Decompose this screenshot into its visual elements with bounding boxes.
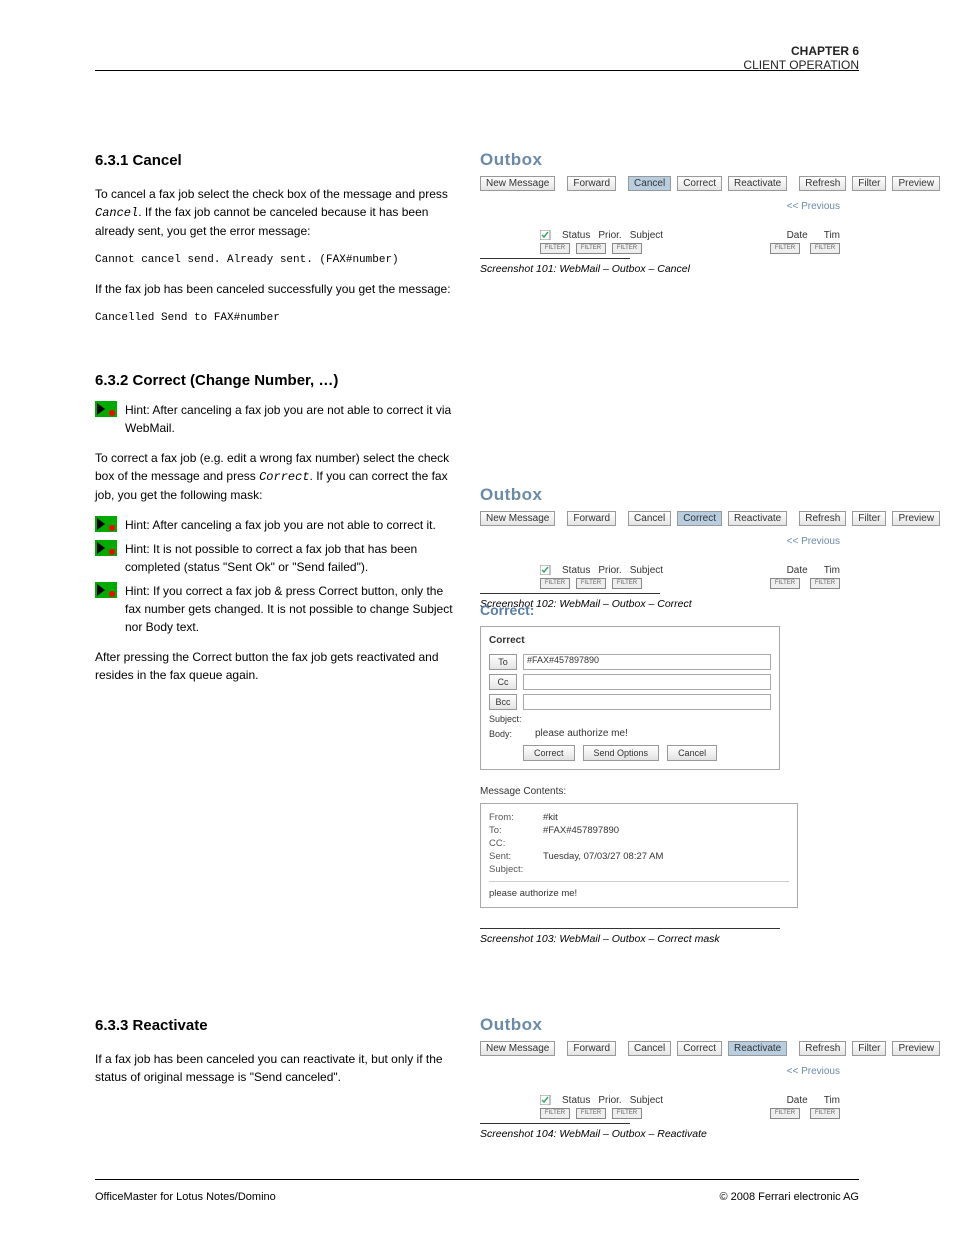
to-field[interactable]: #FAX#457897890 bbox=[523, 654, 771, 670]
cancel-form-button[interactable]: Cancel bbox=[667, 745, 717, 761]
bcc-field[interactable] bbox=[523, 694, 771, 710]
filter-button[interactable]: Filter bbox=[852, 176, 886, 191]
refresh-button[interactable]: Refresh bbox=[799, 511, 846, 526]
outbox-toolbar: New Message Forward Cancel Correct React… bbox=[480, 176, 840, 191]
send-options-button[interactable]: Send Options bbox=[583, 745, 660, 761]
filter-button[interactable]: Filter bbox=[852, 1041, 886, 1056]
section-reactivate: 6.3.3 Reactivate If a fax job has been c… bbox=[95, 1015, 455, 1098]
checkbox-icon bbox=[540, 565, 554, 575]
reactivate-button[interactable]: Reactivate bbox=[728, 511, 787, 526]
preview-button[interactable]: Preview bbox=[892, 1041, 940, 1056]
screenshot-101: Outbox New Message Forward Cancel Correc… bbox=[480, 150, 855, 275]
message-contents: From:#kit To:#FAX#457897890 CC: Sent:Tue… bbox=[480, 803, 798, 908]
cancel-button[interactable]: Cancel bbox=[628, 1041, 671, 1056]
footer-rule bbox=[95, 1179, 859, 1180]
cancel-p2: If the fax job has been canceled success… bbox=[95, 280, 455, 298]
section-cancel: 6.3.1 Cancel To cancel a fax job select … bbox=[95, 150, 455, 327]
correct-button[interactable]: Correct bbox=[677, 176, 722, 191]
hint-3: Hint: It is not possible to correct a fa… bbox=[95, 540, 455, 576]
hint-icon bbox=[95, 401, 117, 417]
footer-right: © 2008 Ferrari electronic AG bbox=[719, 1191, 859, 1203]
reactivate-button[interactable]: Reactivate bbox=[728, 1041, 787, 1056]
hint-icon bbox=[95, 582, 117, 598]
hint-icon bbox=[95, 540, 117, 556]
refresh-button[interactable]: Refresh bbox=[799, 176, 846, 191]
new-message-button[interactable]: New Message bbox=[480, 511, 555, 526]
table-header: StatusPrior.Subject DateTim bbox=[480, 230, 840, 241]
message-contents-title: Message Contents: bbox=[480, 786, 780, 797]
reactivate-button[interactable]: Reactivate bbox=[728, 176, 787, 191]
outbox-title: Outbox bbox=[480, 150, 840, 170]
section-correct: 6.3.2 Correct (Change Number, …) Hint: A… bbox=[95, 370, 455, 696]
correct-submit-button[interactable]: Correct bbox=[523, 745, 575, 761]
correct-p1: To correct a fax job (e.g. edit a wrong … bbox=[95, 449, 455, 504]
footer-left: OfficeMaster for Lotus Notes/Domino bbox=[95, 1191, 276, 1203]
caption-104: Screenshot 104: WebMail – Outbox – React… bbox=[480, 1128, 855, 1140]
cancel-button-ref: Cancel bbox=[95, 206, 138, 220]
cancel-button[interactable]: Cancel bbox=[628, 511, 671, 526]
hint-4: Hint: If you correct a fax job & press C… bbox=[95, 582, 455, 636]
preview-button[interactable]: Preview bbox=[892, 176, 940, 191]
correct-button-ref: Correct bbox=[259, 470, 309, 484]
bcc-button[interactable]: Bcc bbox=[489, 694, 517, 710]
reactivate-p1: If a fax job has been canceled you can r… bbox=[95, 1050, 455, 1086]
screenshot-104: Outbox New Message Forward Cancel Correc… bbox=[480, 1015, 855, 1140]
correct-button[interactable]: Correct bbox=[677, 1041, 722, 1056]
hint-icon bbox=[95, 516, 117, 532]
forward-button[interactable]: Forward bbox=[567, 1041, 616, 1056]
hint-1: Hint: After canceling a fax job you are … bbox=[95, 401, 455, 437]
cancel-ok-msg: Cancelled Send to FAX#number bbox=[95, 310, 455, 327]
new-message-button[interactable]: New Message bbox=[480, 176, 555, 191]
previous-link[interactable]: << Previous bbox=[480, 201, 840, 212]
heading-reactivate: 6.3.3 Reactivate bbox=[95, 1015, 455, 1038]
filter-box[interactable]: FILTER bbox=[540, 243, 570, 254]
cancel-error-msg: Cannot cancel send. Already sent. (FAX#n… bbox=[95, 252, 455, 269]
correct-form: Correct To #FAX#457897890 Cc Bcc Subject… bbox=[480, 626, 780, 770]
cc-button[interactable]: Cc bbox=[489, 674, 517, 690]
filter-button[interactable]: Filter bbox=[852, 511, 886, 526]
refresh-button[interactable]: Refresh bbox=[799, 1041, 846, 1056]
correct-form-title: Correct: bbox=[480, 602, 780, 618]
heading-cancel: 6.3.1 Cancel bbox=[95, 150, 455, 173]
heading-correct: 6.3.2 Correct (Change Number, …) bbox=[95, 370, 455, 393]
new-message-button[interactable]: New Message bbox=[480, 1041, 555, 1056]
forward-button[interactable]: Forward bbox=[567, 176, 616, 191]
checkbox-icon bbox=[540, 1095, 554, 1105]
to-button[interactable]: To bbox=[489, 654, 517, 670]
forward-button[interactable]: Forward bbox=[567, 511, 616, 526]
checkbox-icon bbox=[540, 230, 554, 240]
screenshot-103: Correct: Correct To #FAX#457897890 Cc Bc… bbox=[480, 602, 855, 945]
caption-103: Screenshot 103: WebMail – Outbox – Corre… bbox=[480, 933, 855, 945]
correct-button[interactable]: Correct bbox=[677, 511, 722, 526]
cancel-button[interactable]: Cancel bbox=[628, 176, 671, 191]
cc-field[interactable] bbox=[523, 674, 771, 690]
page-header: CHAPTER 6 CLIENT OPERATION bbox=[743, 44, 859, 72]
hint-2: Hint: After canceling a fax job you are … bbox=[95, 516, 455, 534]
preview-button[interactable]: Preview bbox=[892, 511, 940, 526]
cancel-p1: To cancel a fax job select the check box… bbox=[95, 185, 455, 240]
screenshot-102: Outbox New Message Forward Cancel Correc… bbox=[480, 485, 855, 610]
correct-p2: After pressing the Correct button the fa… bbox=[95, 648, 455, 684]
caption-101: Screenshot 101: WebMail – Outbox – Cance… bbox=[480, 263, 855, 275]
